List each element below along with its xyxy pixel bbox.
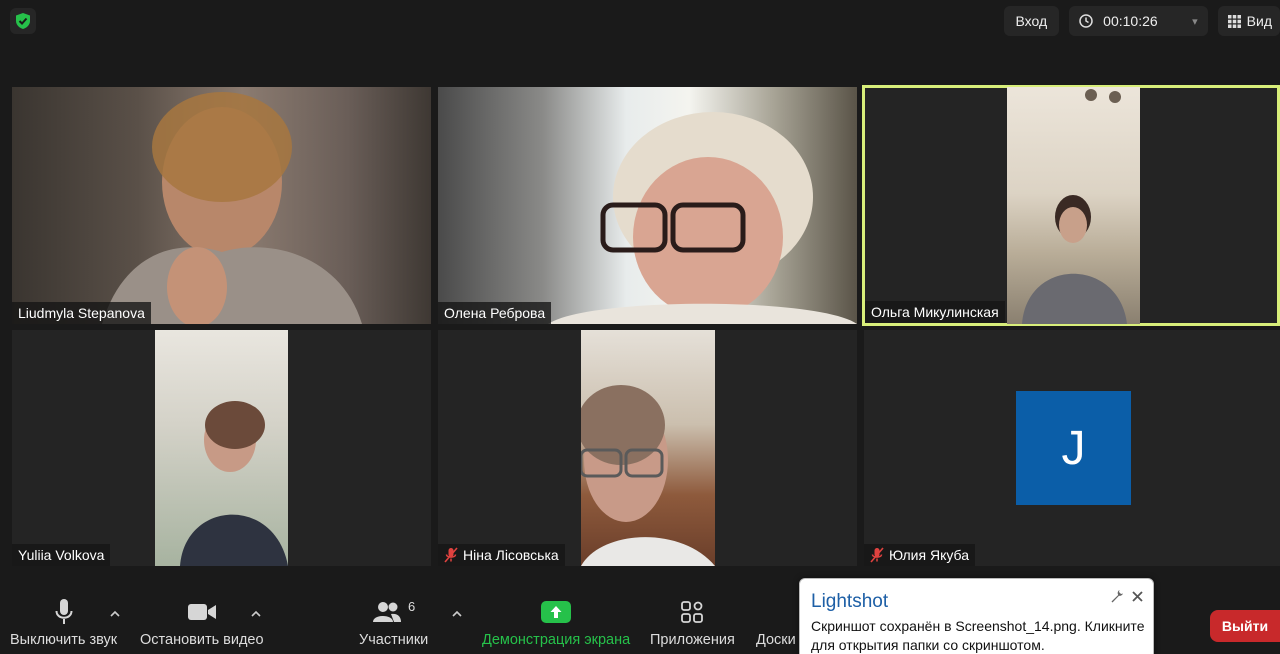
audio-options-chevron-up-icon[interactable] <box>108 606 122 620</box>
participants-button[interactable]: 6 Участники <box>359 596 429 649</box>
whiteboard-button[interactable]: Доски <box>756 596 796 648</box>
mute-button[interactable]: Выключить звук <box>10 596 117 648</box>
participant-video <box>438 87 857 324</box>
participant-name-tag: Олена Реброва <box>438 302 552 324</box>
whiteboard-label: Доски <box>756 632 796 648</box>
participant-name-tag: Ніна Лісовська <box>438 544 565 566</box>
apps-icon <box>681 596 704 628</box>
video-options-chevron-up-icon[interactable] <box>249 606 263 620</box>
video-camera-icon <box>187 596 217 628</box>
microphone-muted-icon <box>870 547 884 563</box>
login-label: Вход <box>1015 13 1048 29</box>
participant-video <box>155 330 288 566</box>
participant-name: Юлия Якуба <box>889 547 970 563</box>
timer-value: 00:10:26 <box>1103 13 1158 29</box>
share-screen-button[interactable]: Демонстрация экрана <box>482 596 630 648</box>
participant-video <box>12 87 431 324</box>
participant-name-tag: Liudmyla Stepanova <box>12 302 151 324</box>
view-button[interactable]: Вид <box>1217 6 1280 36</box>
notification-tools <box>1110 589 1143 603</box>
notification-title: Lightshot <box>811 591 889 612</box>
participant-name: Liudmyla Stepanova <box>18 305 145 321</box>
view-label: Вид <box>1246 13 1272 29</box>
wrench-icon[interactable] <box>1110 589 1124 603</box>
share-screen-label: Демонстрация экрана <box>482 632 631 648</box>
notification-message: Скриншот сохранён в Screenshot_14.png. К… <box>811 618 1145 653</box>
participant-name-tag: Ольга Микулинская <box>865 301 1005 323</box>
participant-tile[interactable]: Олена Реброва <box>438 87 857 324</box>
meeting-timer[interactable]: 00:10:26 ▾ <box>1069 6 1208 36</box>
login-button[interactable]: Вход <box>1003 6 1060 36</box>
share-screen-icon <box>541 596 572 628</box>
participant-avatar: J <box>1016 391 1131 505</box>
close-icon[interactable] <box>1132 590 1143 602</box>
participant-name-tag: Yuliia Volkova <box>12 544 111 566</box>
apps-button[interactable]: Приложения <box>650 596 735 648</box>
leave-button[interactable]: Выйти <box>1210 610 1280 642</box>
participants-icon: 6 <box>372 596 415 628</box>
stop-video-button[interactable]: Остановить видео <box>140 596 264 648</box>
participants-options-chevron-up-icon[interactable] <box>450 606 464 620</box>
stop-video-label: Остановить видео <box>140 632 264 648</box>
participant-tile[interactable]: Liudmyla Stepanova <box>12 87 431 324</box>
participants-count: 6 <box>408 598 416 614</box>
lightshot-notification[interactable]: Lightshot Скриншот сохранён в Screenshot… <box>799 578 1154 654</box>
apps-label: Приложения <box>650 632 735 648</box>
participant-video <box>577 330 715 566</box>
participant-tile[interactable]: Ніна Лісовська <box>438 330 857 566</box>
mute-label: Выключить звук <box>10 632 118 648</box>
participant-tile-active-speaker[interactable]: Ольга Микулинская <box>862 85 1280 326</box>
leave-label: Выйти <box>1221 618 1269 634</box>
participant-tile[interactable]: Yuliia Volkova <box>12 330 431 566</box>
participant-name: Yuliia Volkova <box>18 547 105 563</box>
participant-name: Ніна Лісовська <box>463 547 559 563</box>
participant-name: Ольга Микулинская <box>871 304 999 320</box>
participant-video <box>1007 87 1140 324</box>
microphone-icon <box>55 596 73 628</box>
microphone-muted-icon <box>444 547 458 563</box>
participant-name: Олена Реброва <box>444 305 546 321</box>
security-shield-icon[interactable] <box>10 8 36 34</box>
participants-label: Участники <box>359 632 429 648</box>
chevron-down-icon[interactable]: ▾ <box>1168 15 1198 28</box>
top-right-controls: Вход 00:10:26 ▾ Вид <box>1003 6 1280 36</box>
avatar-letter: J <box>1061 421 1086 475</box>
participant-name-tag: Юлия Якуба <box>864 544 976 566</box>
clock-icon <box>1079 14 1093 28</box>
grid-icon <box>1227 14 1241 28</box>
participant-tile[interactable]: J Юлия Якуба <box>864 330 1280 566</box>
